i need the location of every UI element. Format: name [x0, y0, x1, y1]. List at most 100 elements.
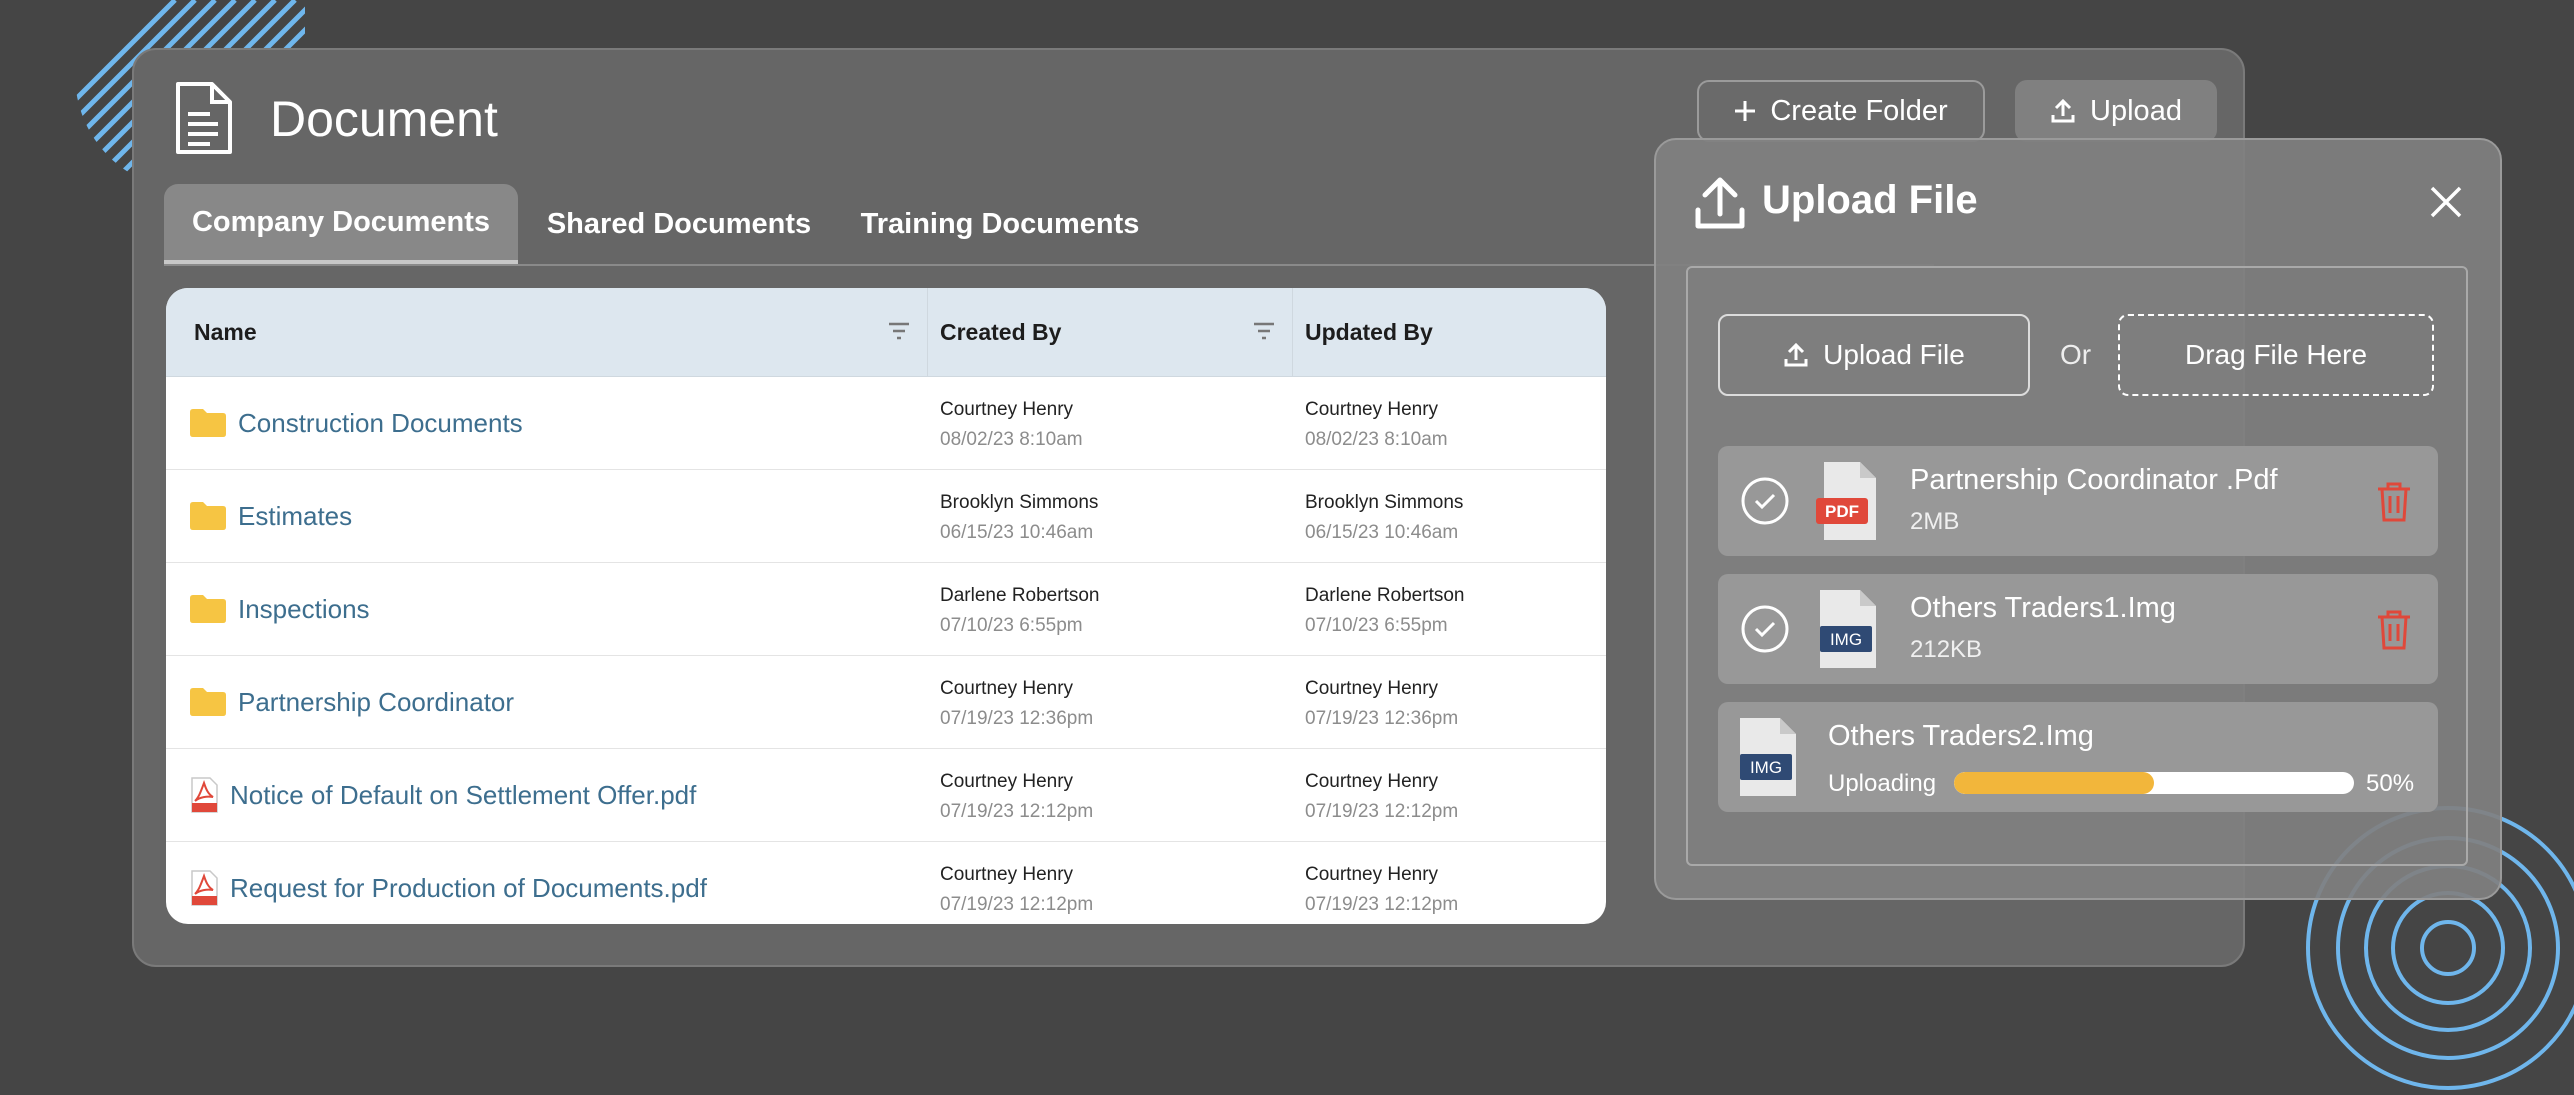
column-header-created-by[interactable]: Created By	[940, 288, 1061, 376]
creator-name: Courtney Henry	[940, 864, 1074, 885]
column-header-updated-by[interactable]: Updated By	[1305, 288, 1433, 376]
upload-file-label: Upload File	[1823, 339, 1965, 370]
folder-icon	[190, 409, 226, 437]
creator-name: Courtney Henry	[940, 771, 1074, 792]
updated-by-cell: Courtney Henry 07/19/23 12:36pm	[1305, 674, 1458, 734]
page-title: Document	[270, 91, 498, 147]
creator-name: Darlene Robertson	[940, 585, 1100, 606]
updater-name: Courtney Henry	[1305, 864, 1439, 885]
updater-name: Darlene Robertson	[1305, 585, 1465, 606]
table-row[interactable]: Request for Production of Documents.pdf …	[166, 842, 1606, 924]
upload-file-dialog: Upload File Upload File Or Drag File Her…	[1654, 138, 2502, 900]
upload-icon	[1695, 177, 1745, 229]
column-header-name[interactable]: Name	[194, 288, 257, 376]
table-row[interactable]: Notice of Default on Settlement Offer.pd…	[166, 749, 1606, 842]
table-header: Name Created By Updated By	[166, 288, 1606, 377]
updated-date: 07/19/23 12:36pm	[1305, 708, 1459, 729]
file-name: Others Traders2.Img	[1828, 720, 2094, 752]
updated-by-cell: Courtney Henry 08/02/23 8:10am	[1305, 395, 1448, 455]
upload-icon	[1784, 342, 1808, 367]
table-row[interactable]: Partnership Coordinator Courtney Henry 0…	[166, 656, 1606, 749]
document-name: Construction Documents	[238, 407, 523, 438]
folder-icon	[190, 502, 226, 530]
column-divider	[927, 288, 928, 376]
drag-drop-zone[interactable]: Drag File Here	[2118, 314, 2434, 396]
created-date: 07/19/23 12:12pm	[940, 894, 1094, 915]
document-link[interactable]: Notice of Default on Settlement Offer.pd…	[190, 749, 696, 841]
creator-name: Courtney Henry	[940, 399, 1074, 420]
pdf-file-icon: PDF	[1816, 462, 1876, 540]
progress-bar	[1954, 772, 2354, 794]
updated-by-cell: Darlene Robertson 07/10/23 6:55pm	[1305, 581, 1464, 641]
upload-status: Uploading	[1828, 770, 1937, 797]
filter-icon[interactable]	[1253, 322, 1275, 340]
document-icon	[176, 82, 232, 154]
table-row[interactable]: Construction Documents Courtney Henry 08…	[166, 377, 1606, 470]
document-link[interactable]: Construction Documents	[190, 377, 523, 469]
updated-date: 07/19/23 12:12pm	[1305, 894, 1459, 915]
img-badge: IMG	[1750, 758, 1782, 777]
created-date: 07/19/23 12:12pm	[940, 801, 1094, 822]
tab-company-documents[interactable]: Company Documents	[164, 184, 518, 264]
upload-icon	[2051, 98, 2075, 123]
filter-icon[interactable]	[888, 322, 910, 340]
trash-icon[interactable]	[2374, 608, 2414, 652]
document-name: Estimates	[238, 500, 353, 531]
creator-name: Brooklyn Simmons	[940, 492, 1099, 513]
document-name: Notice of Default on Settlement Offer.pd…	[230, 779, 697, 810]
updated-by-cell: Brooklyn Simmons 06/15/23 10:46am	[1305, 488, 1463, 548]
updated-date: 06/15/23 10:46am	[1305, 522, 1459, 543]
created-date: 06/15/23 10:46am	[940, 522, 1094, 543]
created-by-cell: Brooklyn Simmons 06/15/23 10:46am	[940, 488, 1098, 548]
column-divider	[1292, 288, 1293, 376]
table-row[interactable]: Estimates Brooklyn Simmons 06/15/23 10:4…	[166, 470, 1606, 563]
plus-icon	[1735, 101, 1756, 121]
document-link[interactable]: Inspections	[190, 563, 370, 655]
check-circle-icon	[1741, 605, 1789, 653]
created-date: 07/10/23 6:55pm	[940, 615, 1083, 636]
create-folder-button[interactable]: Create Folder	[1697, 80, 1985, 142]
updater-name: Brooklyn Simmons	[1305, 492, 1464, 513]
updated-date: 07/19/23 12:12pm	[1305, 801, 1459, 822]
upload-file-button[interactable]: Upload File	[1718, 314, 2030, 396]
folder-icon	[190, 688, 226, 716]
updater-name: Courtney Henry	[1305, 771, 1439, 792]
document-name: Inspections	[238, 593, 370, 624]
created-by-cell: Darlene Robertson 07/10/23 6:55pm	[940, 581, 1099, 641]
table-body: Construction Documents Courtney Henry 08…	[166, 377, 1606, 924]
created-by-cell: Courtney Henry 07/19/23 12:36pm	[940, 674, 1093, 734]
created-date: 08/02/23 8:10am	[940, 429, 1083, 450]
upload-file-item-uploading: IMG Others Traders2.Img Uploading 50%	[1718, 702, 2438, 812]
upload-button[interactable]: Upload	[2015, 80, 2217, 142]
updater-name: Courtney Henry	[1305, 678, 1439, 699]
upload-file-item: PDF Partnership Coordinator .Pdf 2MB	[1718, 446, 2438, 556]
pdf-icon	[191, 777, 218, 813]
img-badge: IMG	[1830, 630, 1862, 649]
created-by-cell: Courtney Henry 08/02/23 8:10am	[940, 395, 1083, 455]
folder-icon	[190, 595, 226, 623]
close-icon[interactable]	[2426, 182, 2466, 222]
creator-name: Courtney Henry	[940, 678, 1074, 699]
progress-percent: 50%	[2366, 770, 2415, 797]
pdf-icon	[191, 870, 218, 906]
upload-file-item: IMG Others Traders1.Img 212KB	[1718, 574, 2438, 684]
document-link[interactable]: Partnership Coordinator	[190, 656, 514, 748]
create-folder-label: Create Folder	[1770, 94, 1948, 127]
upload-label: Upload	[2090, 94, 2182, 127]
file-name: Others Traders1.Img	[1910, 592, 2176, 624]
created-date: 07/19/23 12:36pm	[940, 708, 1094, 729]
created-by-cell: Courtney Henry 07/19/23 12:12pm	[940, 860, 1093, 920]
table-row[interactable]: Inspections Darlene Robertson 07/10/23 6…	[166, 563, 1606, 656]
document-name: Partnership Coordinator	[238, 686, 515, 717]
file-size: 212KB	[1910, 636, 1983, 663]
document-link[interactable]: Request for Production of Documents.pdf	[190, 842, 707, 924]
tab-shared-documents[interactable]: Shared Documents	[534, 184, 824, 264]
tab-training-documents[interactable]: Training Documents	[850, 184, 1150, 264]
document-name: Request for Production of Documents.pdf	[230, 872, 707, 903]
document-link[interactable]: Estimates	[190, 470, 352, 562]
updated-by-cell: Courtney Henry 07/19/23 12:12pm	[1305, 860, 1458, 920]
trash-icon[interactable]	[2374, 480, 2414, 524]
file-size: 2MB	[1910, 508, 1960, 535]
image-file-icon: IMG	[1820, 590, 1876, 668]
progress-fill	[1954, 772, 2154, 794]
